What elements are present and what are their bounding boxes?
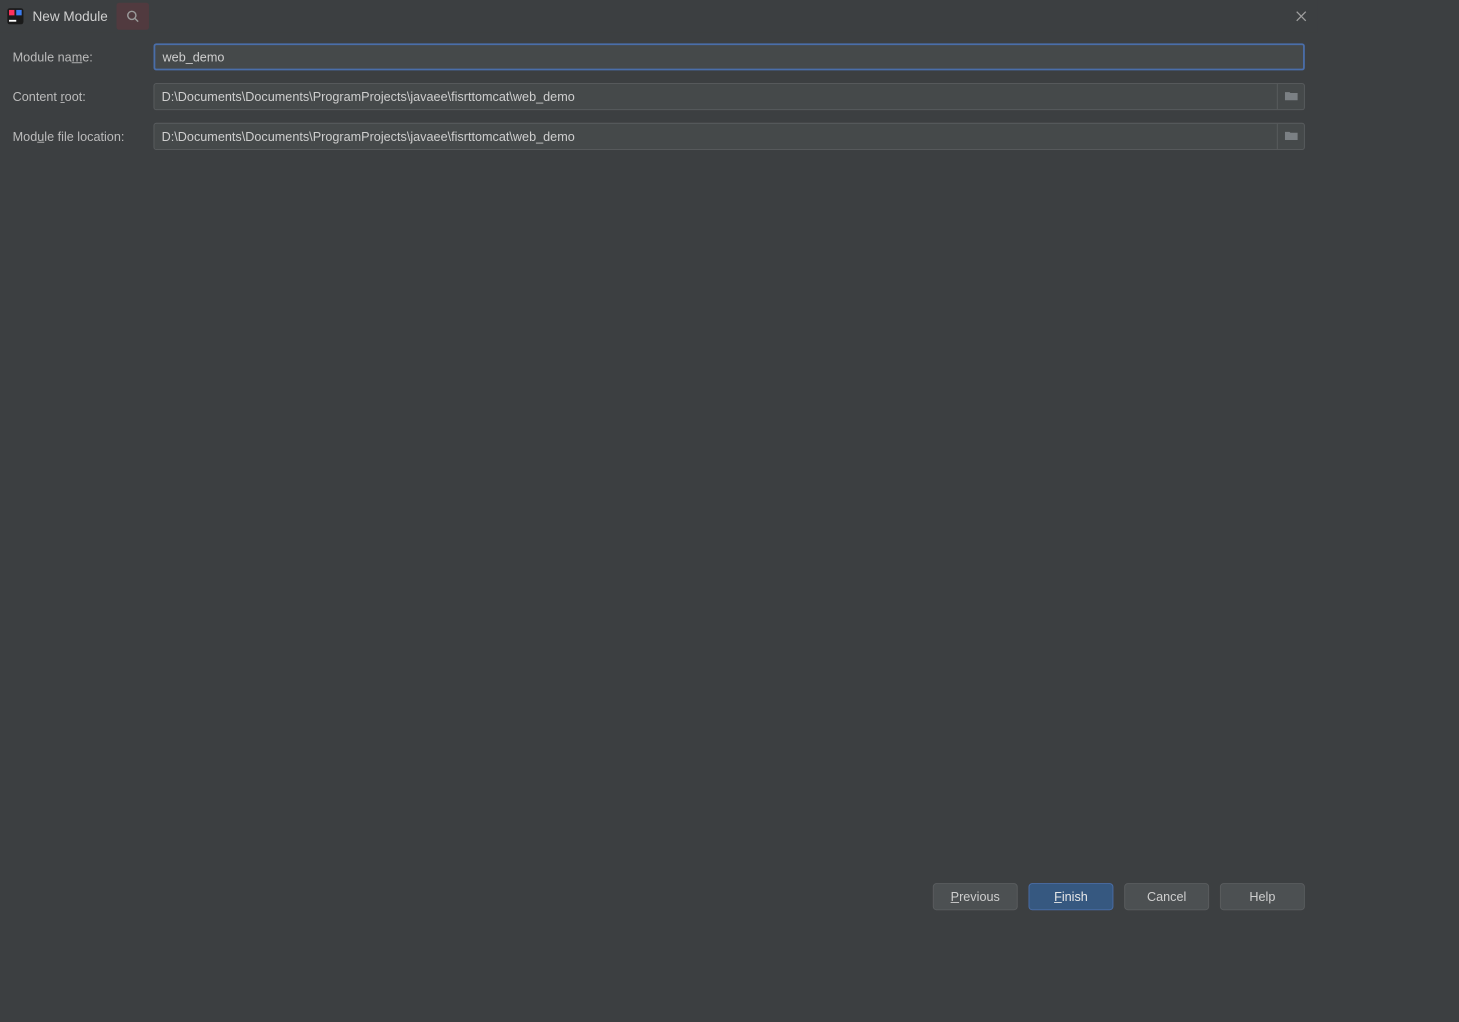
module-name-label: Module name: [13, 50, 154, 64]
help-button[interactable]: Help [1220, 883, 1305, 910]
window-title: New Module [33, 9, 108, 24]
module-file-location-row: Module file location: [13, 123, 1305, 150]
cancel-button[interactable]: Cancel [1124, 883, 1209, 910]
button-bar: Previous Finish Cancel Help [0, 872, 1317, 923]
module-name-input-wrap [154, 43, 1305, 70]
finish-button[interactable]: Finish [1029, 883, 1114, 910]
content-root-input-wrap [154, 83, 1305, 110]
module-name-row: Module name: [13, 43, 1305, 70]
module-name-input[interactable] [155, 45, 1303, 68]
content-root-input[interactable] [154, 84, 1276, 109]
search-icon[interactable] [117, 3, 150, 30]
module-file-location-browse-button[interactable] [1277, 124, 1304, 149]
form-area: Module name: Content root: [0, 33, 1317, 873]
intellij-icon [7, 8, 23, 24]
new-module-dialog: New Module Module name: Con [0, 0, 1317, 923]
content-root-browse-button[interactable] [1277, 84, 1304, 109]
module-file-location-input-wrap [154, 123, 1305, 150]
previous-button[interactable]: Previous [933, 883, 1018, 910]
module-file-location-input[interactable] [154, 124, 1276, 149]
titlebar: New Module [0, 0, 1317, 33]
content-root-label: Content root: [13, 89, 154, 103]
content-root-row: Content root: [13, 83, 1305, 110]
close-icon[interactable] [1292, 7, 1310, 25]
module-file-location-label: Module file location: [13, 129, 154, 143]
folder-icon [1284, 89, 1298, 104]
folder-icon [1284, 129, 1298, 144]
